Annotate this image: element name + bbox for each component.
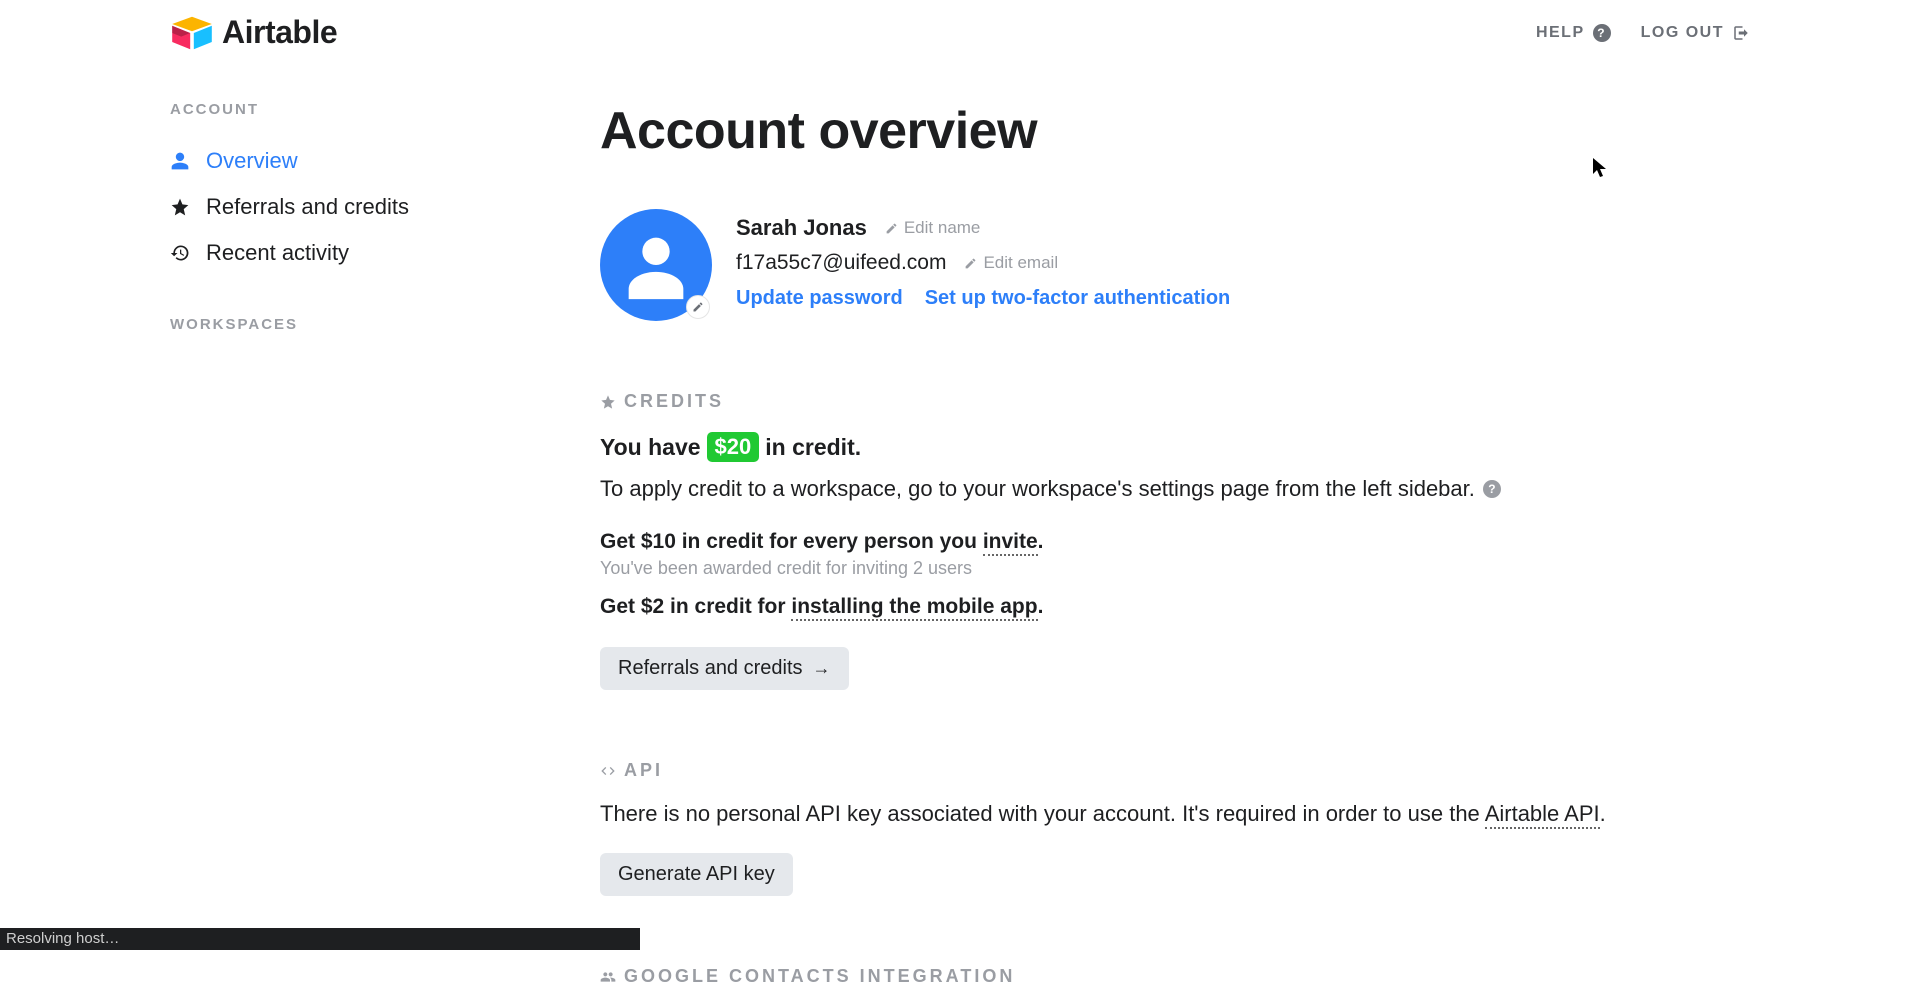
credits-section: CREDITS You have $20 in credit. To apply… bbox=[600, 391, 1700, 690]
google-heading-label: GOOGLE CONTACTS INTEGRATION bbox=[624, 966, 1015, 987]
referrals-button-label: Referrals and credits bbox=[618, 657, 803, 680]
mobile-line: Get $2 in credit for installing the mobi… bbox=[600, 595, 1700, 619]
airtable-api-link[interactable]: Airtable API bbox=[1485, 801, 1600, 829]
airtable-logo-icon bbox=[170, 15, 214, 51]
update-password-link[interactable]: Update password bbox=[736, 287, 903, 310]
profile-links-row: Update password Set up two-factor authen… bbox=[736, 287, 1230, 310]
star-icon bbox=[600, 394, 616, 410]
credit-apply-text: To apply credit to a workspace, go to yo… bbox=[600, 476, 1700, 502]
users-icon bbox=[600, 969, 616, 985]
invite-promo: Get $10 in credit for every person you i… bbox=[600, 530, 1700, 619]
sidebar-item-label: Overview bbox=[206, 148, 298, 174]
credit-apply-copy: To apply credit to a workspace, go to yo… bbox=[600, 476, 1475, 502]
pencil-icon bbox=[964, 257, 977, 270]
sidebar-workspaces-heading: WORKSPACES bbox=[170, 316, 600, 333]
sidebar-item-label: Referrals and credits bbox=[206, 194, 409, 220]
profile-email-row: f17a55c7@uifeed.com Edit email bbox=[736, 251, 1230, 275]
credit-amount-line: You have $20 in credit. bbox=[600, 432, 1700, 462]
star-icon bbox=[170, 197, 190, 217]
mobile-link[interactable]: installing the mobile app bbox=[791, 595, 1037, 621]
credits-heading-label: CREDITS bbox=[624, 391, 724, 412]
main: Account overview Sarah Jonas Edit name bbox=[600, 101, 1700, 1007]
avatar-placeholder-icon bbox=[615, 224, 697, 306]
generate-api-key-button[interactable]: Generate API key bbox=[600, 853, 793, 896]
avatar[interactable] bbox=[600, 209, 712, 321]
sidebar-item-overview[interactable]: Overview bbox=[170, 138, 600, 184]
help-icon: ? bbox=[1593, 24, 1611, 42]
sidebar: ACCOUNT Overview Referrals and credits R… bbox=[170, 101, 600, 1007]
api-text: There is no personal API key associated … bbox=[600, 801, 1700, 827]
header-actions: HELP ? LOG OUT bbox=[1536, 24, 1750, 42]
api-section: API There is no personal API key associa… bbox=[600, 760, 1700, 896]
avatar-edit-button[interactable] bbox=[686, 295, 710, 319]
page-title: Account overview bbox=[600, 101, 1700, 161]
sidebar-item-referrals[interactable]: Referrals and credits bbox=[170, 184, 600, 230]
credit-suffix: in credit. bbox=[765, 434, 861, 461]
browser-status-bar: Resolving host… bbox=[0, 928, 640, 950]
sidebar-account-heading: ACCOUNT bbox=[170, 101, 600, 118]
credit-amount-badge: $20 bbox=[707, 432, 760, 462]
edit-name-label: Edit name bbox=[904, 218, 981, 238]
help-label: HELP bbox=[1536, 24, 1585, 42]
profile-block: Sarah Jonas Edit name f17a55c7@uifeed.co… bbox=[600, 209, 1700, 321]
help-link[interactable]: HELP ? bbox=[1536, 24, 1611, 42]
edit-name-link[interactable]: Edit name bbox=[885, 218, 981, 238]
api-heading-label: API bbox=[624, 760, 663, 781]
user-icon bbox=[170, 151, 190, 171]
help-icon[interactable]: ? bbox=[1483, 480, 1501, 498]
invite-line: Get $10 in credit for every person you i… bbox=[600, 530, 1700, 554]
status-text: Resolving host… bbox=[6, 930, 119, 947]
profile-name-row: Sarah Jonas Edit name bbox=[736, 215, 1230, 241]
api-text-suffix: . bbox=[1600, 801, 1606, 826]
profile-email: f17a55c7@uifeed.com bbox=[736, 251, 946, 275]
logout-link[interactable]: LOG OUT bbox=[1641, 24, 1750, 42]
credits-heading: CREDITS bbox=[600, 391, 1700, 412]
credit-prefix: You have bbox=[600, 434, 701, 461]
profile-name: Sarah Jonas bbox=[736, 215, 867, 241]
google-heading: GOOGLE CONTACTS INTEGRATION bbox=[600, 966, 1700, 987]
generate-api-key-label: Generate API key bbox=[618, 863, 775, 886]
edit-email-label: Edit email bbox=[983, 253, 1058, 273]
arrow-right-icon: → bbox=[813, 658, 831, 679]
pencil-icon bbox=[692, 301, 704, 313]
sidebar-item-recent-activity[interactable]: Recent activity bbox=[170, 230, 600, 276]
two-factor-link[interactable]: Set up two-factor authentication bbox=[925, 287, 1231, 310]
logo-text: Airtable bbox=[222, 14, 337, 51]
api-heading: API bbox=[600, 760, 1700, 781]
logo[interactable]: Airtable bbox=[170, 14, 337, 51]
mobile-suffix: . bbox=[1038, 595, 1044, 618]
api-text-prefix: There is no personal API key associated … bbox=[600, 801, 1485, 826]
referrals-credits-button[interactable]: Referrals and credits → bbox=[600, 647, 849, 690]
history-icon bbox=[170, 243, 190, 263]
google-contacts-section: GOOGLE CONTACTS INTEGRATION bbox=[600, 966, 1700, 987]
invite-suffix: . bbox=[1038, 530, 1044, 553]
sidebar-item-label: Recent activity bbox=[206, 240, 349, 266]
invite-awarded-text: You've been awarded credit for inviting … bbox=[600, 558, 1700, 579]
code-icon bbox=[600, 763, 616, 779]
logout-icon bbox=[1732, 24, 1750, 42]
edit-email-link[interactable]: Edit email bbox=[964, 253, 1058, 273]
header: Airtable HELP ? LOG OUT bbox=[0, 0, 1920, 51]
invite-prefix: Get $10 in credit for every person you bbox=[600, 530, 983, 553]
content: ACCOUNT Overview Referrals and credits R… bbox=[0, 51, 1920, 1007]
pencil-icon bbox=[885, 222, 898, 235]
invite-link[interactable]: invite bbox=[983, 530, 1038, 556]
profile-details: Sarah Jonas Edit name f17a55c7@uifeed.co… bbox=[736, 209, 1230, 310]
mobile-prefix: Get $2 in credit for bbox=[600, 595, 791, 618]
logout-label: LOG OUT bbox=[1641, 24, 1724, 42]
